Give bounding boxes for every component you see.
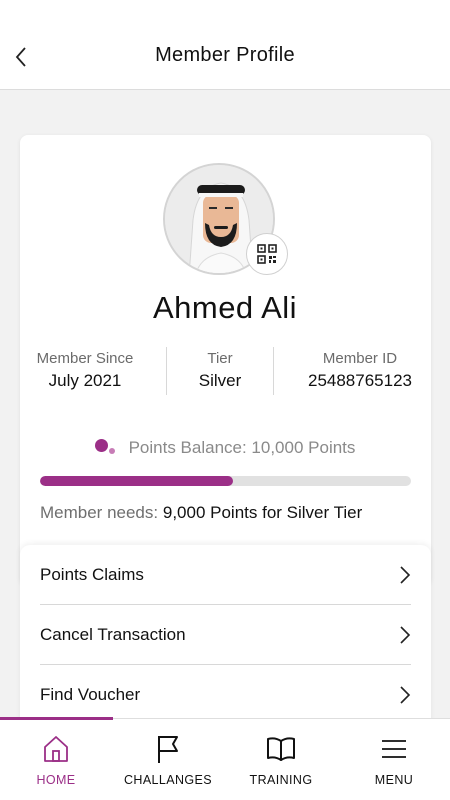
flag-icon [158,736,178,763]
points-dots-icon [94,437,119,459]
tier-progress-fill [40,476,233,486]
top-bar: Member Profile [0,0,450,90]
stat-label: Tier [207,350,233,367]
nav-item-home[interactable]: HOME [0,733,112,787]
chevron-right-icon [400,625,411,644]
menu-item-find-voucher[interactable]: Find Voucher [40,665,411,725]
tier-progress-bar [40,476,411,486]
menu-item-cancel-transaction[interactable]: Cancel Transaction [40,605,411,665]
tier-stat: Tier Silver [170,350,270,391]
stat-label: Member ID [322,350,398,367]
stat-value: 25488765123 [307,371,412,390]
member-id-stat: Member ID 25488765123 [290,350,430,391]
menu-item-label: Points Claims [40,564,144,584]
nav-label: MENU [374,773,414,787]
member-needs-text: Member needs: 9,000 Points for Silver Ti… [40,503,362,523]
nav-item-challanges[interactable]: CHALLANGES [112,733,224,787]
member-name: Ahmed Ali [152,290,298,325]
home-icon [44,736,68,762]
needs-prefix: Member needs: [40,503,159,522]
bottom-nav: HOME CHALLANGES TRAINING MENU [0,717,450,800]
divider [273,347,274,395]
nav-label: HOME [36,773,76,787]
points-balance-text: Points Balance: 10,000 Points [128,438,356,457]
member-since-stat: Member Since July 2021 [25,350,145,391]
stat-value: Silver [198,371,242,390]
chevron-right-icon [400,565,411,584]
qr-code-icon [257,244,277,264]
menu-item-label: Cancel Transaction [40,624,186,644]
book-icon [267,737,295,761]
chevron-right-icon [400,686,411,704]
points-balance: Points Balance: 10,000 Points [0,437,450,459]
qr-code-button[interactable] [246,233,288,275]
needs-value: 9,000 Points for Silver Tier [162,503,363,522]
nav-label: CHALLANGES [123,773,213,787]
active-tab-indicator [0,717,113,720]
nav-item-menu[interactable]: MENU [338,733,450,787]
nav-item-training[interactable]: TRAINING [225,733,337,787]
menu-item-label: Find Voucher [40,685,141,704]
stat-label: Member Since [36,350,134,367]
stat-value: July 2021 [48,371,122,390]
nav-label: TRAINING [249,773,313,787]
divider [166,347,167,395]
menu-item-points-claims[interactable]: Points Claims [40,545,411,605]
menu-icon [382,740,406,758]
page-title: Member Profile [155,44,295,66]
actions-menu: Points Claims Cancel Transaction Find Vo… [20,545,431,735]
